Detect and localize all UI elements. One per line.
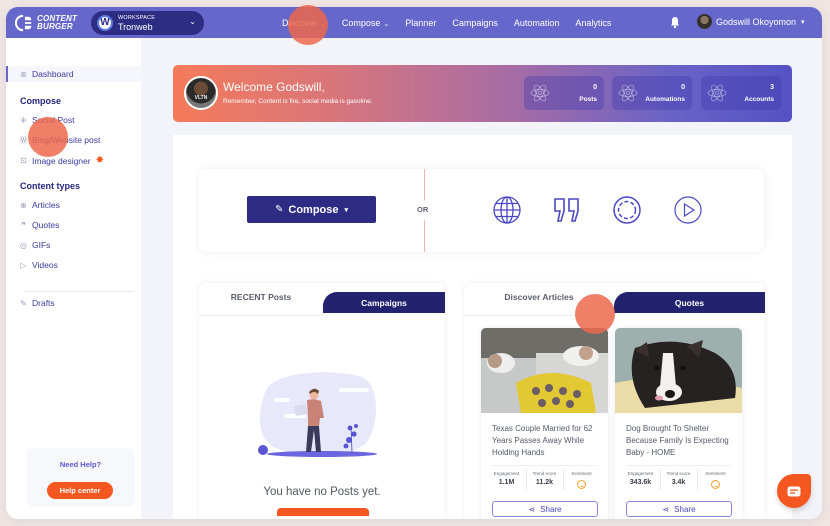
page-scroll-area bbox=[792, 38, 822, 519]
or-label: OR bbox=[417, 205, 429, 214]
article-image bbox=[615, 328, 742, 413]
caret-down-icon: ▾ bbox=[344, 206, 349, 214]
welcome-title: Welcome Godswill, bbox=[223, 80, 325, 94]
quote-icon[interactable] bbox=[552, 195, 582, 225]
article-card[interactable]: Dog Brought To Shelter Because Family Is… bbox=[615, 328, 742, 519]
metric-engagement: Engagement 343.6k bbox=[627, 471, 654, 486]
play-icon: ▷ bbox=[20, 260, 27, 270]
nav-compose[interactable]: Compose ⌄ bbox=[342, 18, 389, 28]
atom-icon bbox=[618, 84, 638, 102]
metric-trend-score: Trend score 3.4k bbox=[666, 471, 691, 486]
metric-engagement: Engagement 1.1M bbox=[493, 471, 520, 486]
sidebar-item-gifs[interactable]: ◎ GIFs bbox=[19, 240, 50, 250]
article-card[interactable]: Texas Couple Married for 62 Years Passes… bbox=[481, 328, 608, 519]
tab-divider bbox=[199, 315, 323, 316]
help-center-button[interactable]: Help center bbox=[47, 482, 113, 499]
globe-icon[interactable] bbox=[492, 195, 522, 225]
help-title: Need Help? bbox=[59, 460, 102, 469]
nav-analytics[interactable]: Analytics bbox=[575, 18, 611, 28]
workspace-name: Tronweb bbox=[118, 21, 153, 32]
quote-icon: ❞ bbox=[21, 220, 26, 230]
create-post-button[interactable] bbox=[277, 508, 369, 516]
compose-card: ✎ Compose ▾ OR bbox=[199, 169, 764, 252]
nav-automation[interactable]: Automation bbox=[514, 18, 560, 28]
sidebar-heading-compose: Compose bbox=[20, 96, 62, 106]
tab-recent-posts[interactable]: RECENT Posts bbox=[199, 283, 323, 310]
click-indicator bbox=[28, 117, 68, 157]
empty-state-text: You have no Posts yet. bbox=[263, 486, 381, 498]
gif-icon[interactable] bbox=[612, 195, 642, 225]
pen-icon: ✎ bbox=[274, 204, 284, 215]
image-icon: ⊡ bbox=[20, 156, 27, 165]
metric-sentiment: Sentiment bbox=[564, 471, 599, 494]
welcome-banner: VLTN Welcome Godswill, Remember, Content… bbox=[173, 65, 792, 122]
sidebar-divider bbox=[25, 291, 134, 292]
help-box: Need Help? Help center bbox=[26, 448, 135, 506]
chat-button[interactable] bbox=[777, 474, 811, 508]
play-icon[interactable] bbox=[673, 195, 703, 225]
recent-posts-panel: RECENT Posts Campaigns You have no Posts… bbox=[199, 283, 445, 519]
globe-icon: ⊕ bbox=[20, 200, 27, 210]
user-avatar bbox=[697, 14, 712, 29]
wordpress-icon: Ⓦ bbox=[19, 135, 28, 145]
empty-state-illustration bbox=[258, 372, 377, 457]
welcome-avatar: VLTN bbox=[184, 76, 218, 110]
sidebar-item-articles[interactable]: ⊕ Articles bbox=[19, 200, 60, 210]
share-button[interactable]: ⋖ Share bbox=[492, 501, 598, 517]
main-nav: Discover⌄ Compose⌄ Planner Campaigns Aut… bbox=[282, 7, 627, 38]
atom-icon bbox=[707, 84, 727, 102]
click-indicator bbox=[288, 5, 328, 45]
workspace-switcher[interactable]: W WORKSPACE Tronweb ⌄ bbox=[91, 10, 204, 35]
bell-icon[interactable] bbox=[668, 15, 682, 29]
chat-icon bbox=[787, 486, 801, 496]
atom-icon bbox=[530, 84, 550, 102]
burger-logo-icon bbox=[15, 14, 32, 31]
user-name: Godswill Okoyomon bbox=[716, 16, 797, 27]
brand-name: CONTENT BURGER bbox=[37, 13, 78, 31]
share-icon: ⋖ bbox=[528, 504, 536, 514]
dashboard-icon: ⊛ bbox=[20, 69, 27, 79]
share-icon: ⋖ bbox=[662, 504, 670, 514]
sidebar-item-quotes[interactable]: ❞ Quotes bbox=[19, 220, 59, 230]
welcome-subtitle: Remember, Content is fire, social media … bbox=[223, 98, 373, 105]
tab-quotes[interactable]: Quotes bbox=[614, 292, 765, 313]
drafts-icon: ✎ bbox=[20, 298, 27, 308]
sidebar-item-videos[interactable]: ▷ Videos bbox=[19, 260, 57, 270]
workspace-logo: W bbox=[97, 14, 113, 31]
share-button[interactable]: ⋖ Share bbox=[626, 501, 732, 517]
nav-planner[interactable]: Planner bbox=[405, 18, 436, 28]
nav-campaigns[interactable]: Campaigns bbox=[452, 18, 498, 28]
tab-campaigns[interactable]: Campaigns bbox=[323, 292, 445, 313]
article-title[interactable]: Texas Couple Married for 62 Years Passes… bbox=[492, 423, 602, 459]
sidebar-item-dashboard[interactable]: ⊛ Dashboard bbox=[19, 69, 73, 79]
main-content: ✎ Compose ▾ OR RECENT Posts Campaigns Yo… bbox=[173, 135, 792, 519]
network-icon: ⁜ bbox=[20, 115, 27, 125]
compose-button[interactable]: ✎ Compose ▾ bbox=[247, 196, 376, 223]
smiley-icon bbox=[577, 480, 586, 489]
caret-down-icon: ▾ bbox=[801, 18, 805, 26]
new-star-icon: ✸ bbox=[95, 155, 104, 166]
stat-posts[interactable]: 0 Posts bbox=[524, 76, 604, 110]
sidebar: ⊛ Dashboard Compose ⁜ Social Post Ⓦ Blog… bbox=[6, 38, 141, 519]
smiley-icon bbox=[711, 480, 720, 489]
sidebar-heading-content-types: Content types bbox=[20, 181, 81, 191]
click-indicator bbox=[575, 294, 615, 334]
app-window: CONTENT BURGER W WORKSPACE Tronweb ⌄ Dis… bbox=[6, 7, 822, 519]
metric-trend-score: Trend score 11.2k bbox=[532, 471, 557, 486]
stat-accounts[interactable]: 3 Accounts bbox=[701, 76, 781, 110]
sidebar-item-image-designer[interactable]: ⊡ Image designer ✸ bbox=[19, 155, 104, 166]
article-title[interactable]: Dog Brought To Shelter Because Family Is… bbox=[626, 423, 736, 459]
brand-logo[interactable]: CONTENT BURGER bbox=[15, 14, 89, 32]
top-navbar: CONTENT BURGER W WORKSPACE Tronweb ⌄ Dis… bbox=[6, 7, 822, 38]
article-image bbox=[481, 328, 608, 413]
metric-sentiment: Sentiment bbox=[698, 471, 733, 494]
chevron-down-icon: ⌄ bbox=[189, 16, 196, 26]
user-menu[interactable]: Godswill Okoyomon ▾ bbox=[697, 14, 805, 29]
gif-icon: ◎ bbox=[20, 240, 27, 250]
sidebar-item-drafts[interactable]: ✎ Drafts bbox=[19, 298, 55, 308]
chevron-down-icon: ⌄ bbox=[383, 20, 390, 28]
stat-automations[interactable]: 0 Automations bbox=[612, 76, 692, 110]
